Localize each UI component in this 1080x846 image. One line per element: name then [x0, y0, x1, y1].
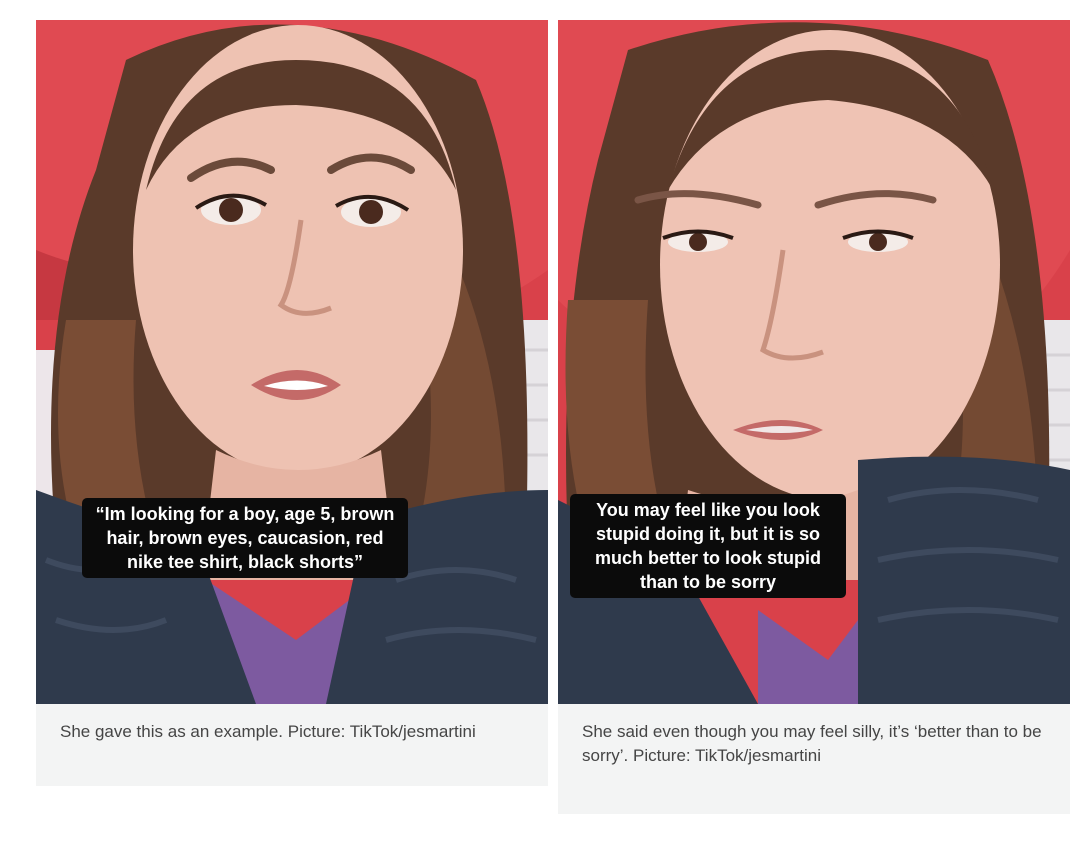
woman-portrait-image-left — [36, 20, 548, 704]
figure-right: You may feel like you look stupid doing … — [558, 20, 1070, 814]
image-caption: She gave this as an example. Picture: Ti… — [60, 722, 476, 741]
woman-portrait-image-right — [558, 20, 1070, 704]
video-still-right: You may feel like you look stupid doing … — [558, 20, 1070, 704]
image-caption: She said even though you may feel silly,… — [582, 722, 1042, 765]
video-subtitle: You may feel like you look stupid doing … — [570, 494, 846, 598]
video-still-left: “Im looking for a boy, age 5, brown hair… — [36, 20, 548, 704]
video-subtitle: “Im looking for a boy, age 5, brown hair… — [82, 498, 408, 578]
figure-left: “Im looking for a boy, age 5, brown hair… — [36, 20, 548, 786]
